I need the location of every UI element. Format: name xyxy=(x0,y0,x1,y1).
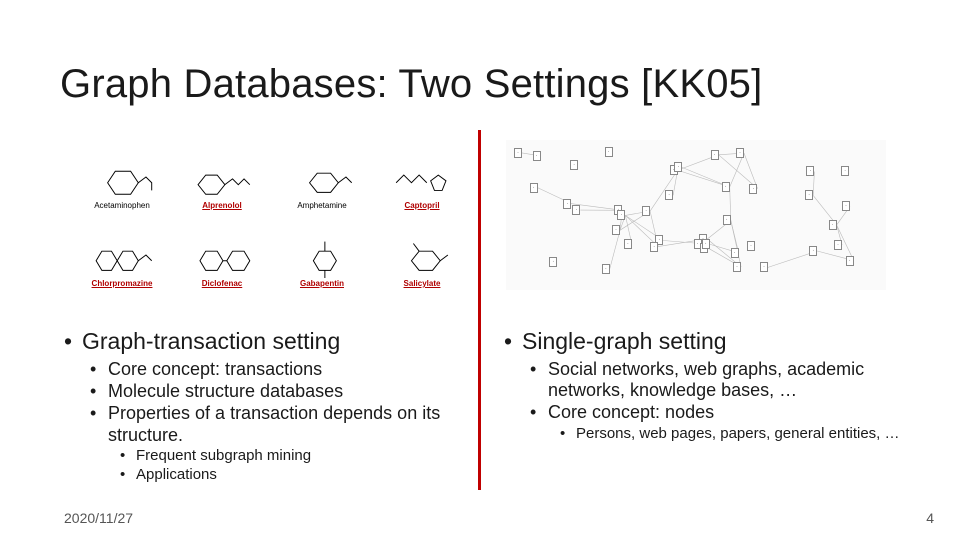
right-l2-1: Core concept: nodes xyxy=(504,402,914,423)
network-node: · xyxy=(809,246,817,256)
molecule-structure-icon xyxy=(387,232,457,278)
network-node: · xyxy=(563,199,571,209)
molecule-label: Diclofenac xyxy=(202,280,242,288)
molecule-cell: Gabapentin xyxy=(276,218,368,288)
network-node: · xyxy=(602,264,610,274)
network-node: · xyxy=(711,150,719,160)
molecule-cell: Captopril xyxy=(376,140,468,210)
molecule-structure-icon xyxy=(87,154,157,200)
left-l3-1: Applications xyxy=(64,466,474,484)
molecule-structure-icon xyxy=(187,154,257,200)
network-node: · xyxy=(624,239,632,249)
left-heading: Graph-transaction setting xyxy=(64,328,474,355)
network-node: · xyxy=(612,225,620,235)
molecule-label: Salicylate xyxy=(404,280,441,288)
molecule-cell: Salicylate xyxy=(376,218,468,288)
right-l2-0: Social networks, web graphs, academic ne… xyxy=(504,359,914,401)
slide-title: Graph Databases: Two Settings [KK05] xyxy=(60,62,762,107)
network-node: · xyxy=(723,215,731,225)
molecule-label: Amphetamine xyxy=(297,202,346,210)
network-node: · xyxy=(749,184,757,194)
molecule-label: Captopril xyxy=(404,202,439,210)
molecule-structure-icon xyxy=(287,232,357,278)
network-node: · xyxy=(841,166,849,176)
column-divider xyxy=(478,130,481,490)
network-node: · xyxy=(549,257,557,267)
left-bullets: Graph-transaction setting Core concept: … xyxy=(64,328,474,484)
network-node: · xyxy=(530,183,538,193)
network-node: · xyxy=(605,147,613,157)
network-edges xyxy=(506,140,886,290)
molecule-label: Alprenolol xyxy=(202,202,242,210)
right-l3-0: Persons, web pages, papers, general enti… xyxy=(504,425,914,443)
network-node: · xyxy=(572,205,580,215)
molecule-cell: Chlorpromazine xyxy=(76,218,168,288)
network-node: · xyxy=(760,262,768,272)
network-node: · xyxy=(617,210,625,220)
network-node: · xyxy=(733,262,741,272)
network-node: · xyxy=(642,206,650,216)
molecule-structure-icon xyxy=(387,154,457,200)
right-heading: Single-graph setting xyxy=(504,328,914,355)
network-node: · xyxy=(747,241,755,251)
network-graph: ········································ xyxy=(506,140,886,290)
molecule-cell: Diclofenac xyxy=(176,218,268,288)
network-node: · xyxy=(805,190,813,200)
slide: Graph Databases: Two Settings [KK05] Ace… xyxy=(0,0,960,540)
molecule-structure-icon xyxy=(87,232,157,278)
molecule-cell: Acetaminophen xyxy=(76,140,168,210)
network-node: · xyxy=(702,239,710,249)
left-l2-2: Properties of a transaction depends on i… xyxy=(64,403,474,445)
molecule-grid: Acetaminophen Alprenolol Amphetamine Captop… xyxy=(76,140,470,288)
molecule-cell: Alprenolol xyxy=(176,140,268,210)
network-node: · xyxy=(731,248,739,258)
molecule-label: Acetaminophen xyxy=(94,202,150,210)
network-node: · xyxy=(665,190,673,200)
molecule-label: Chlorpromazine xyxy=(92,280,153,288)
network-node: · xyxy=(736,148,744,158)
right-illustration: ········································ xyxy=(502,140,902,290)
molecule-structure-icon xyxy=(287,154,357,200)
network-node: · xyxy=(570,160,578,170)
network-node: · xyxy=(842,201,850,211)
network-node: · xyxy=(829,220,837,230)
network-node: · xyxy=(846,256,854,266)
network-node: · xyxy=(514,148,522,158)
footer-date: 2020/11/27 xyxy=(64,510,133,526)
network-node: · xyxy=(650,242,658,252)
network-node: · xyxy=(834,240,842,250)
network-node: · xyxy=(722,182,730,192)
footer-page-number: 4 xyxy=(926,510,934,526)
left-illustration: Acetaminophen Alprenolol Amphetamine Captop… xyxy=(70,140,470,288)
right-bullets: Single-graph setting Social networks, we… xyxy=(504,328,914,443)
molecule-cell: Amphetamine xyxy=(276,140,368,210)
left-l2-1: Molecule structure databases xyxy=(64,381,474,402)
molecule-label: Gabapentin xyxy=(300,280,344,288)
left-l2-0: Core concept: transactions xyxy=(64,359,474,380)
network-node: · xyxy=(674,162,682,172)
molecule-structure-icon xyxy=(187,232,257,278)
left-l3-0: Frequent subgraph mining xyxy=(64,447,474,465)
network-node: · xyxy=(806,166,814,176)
network-node: · xyxy=(533,151,541,161)
